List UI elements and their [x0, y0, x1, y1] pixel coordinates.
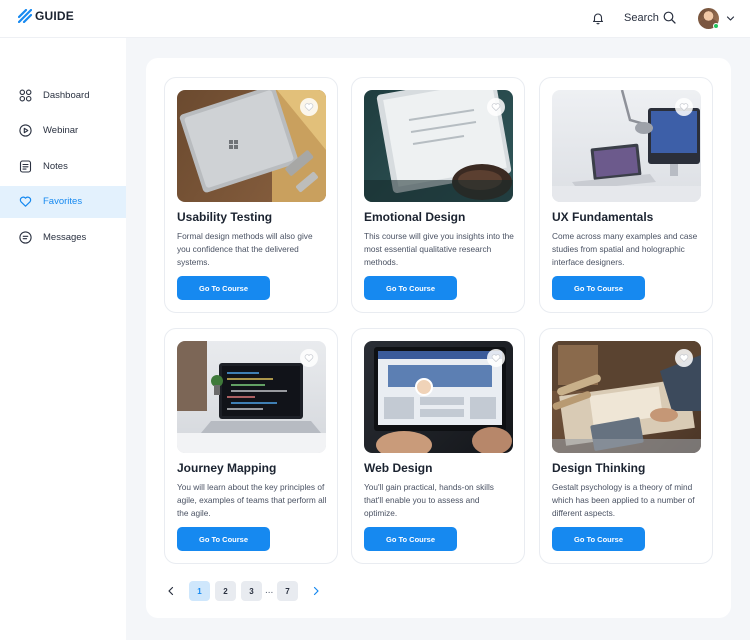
course-description: You'll gain practical, hands-on skills t… [364, 482, 494, 518]
favorite-heart-icon[interactable] [487, 349, 505, 367]
course-title: Journey Mapping [177, 461, 277, 475]
notes-icon [19, 160, 32, 173]
go-to-course-button[interactable]: Go To Course [177, 527, 270, 551]
course-card: Design Thinking Gestalt psychology is a … [539, 328, 713, 564]
chevron-left-icon[interactable] [166, 585, 176, 597]
page-button-3[interactable]: 3 [241, 581, 262, 601]
course-image [552, 90, 701, 202]
bell-icon[interactable] [591, 11, 605, 25]
page-button-7[interactable]: 7 [277, 581, 298, 601]
course-image [177, 341, 326, 453]
grid-icon [19, 89, 32, 102]
favorite-heart-icon[interactable] [675, 98, 693, 116]
favorite-heart-icon[interactable] [675, 349, 693, 367]
logo-icon [18, 9, 32, 23]
sidebar-item-label: Notes [43, 161, 68, 172]
course-card: Usability Testing Formal design methods … [164, 77, 338, 313]
logo-text: GUIDE [35, 9, 75, 23]
search-icon [663, 11, 676, 24]
search-button[interactable]: Search [624, 11, 676, 24]
course-title: Emotional Design [364, 210, 466, 224]
course-title: UX Fundamentals [552, 210, 654, 224]
go-to-course-button[interactable]: Go To Course [364, 276, 457, 300]
top-bar: GUIDE Search [0, 0, 750, 37]
course-image [552, 341, 701, 453]
go-to-course-button[interactable]: Go To Course [177, 276, 270, 300]
course-description: Come across many examples and case studi… [552, 231, 698, 267]
course-card: Web Design You'll gain practical, hands-… [351, 328, 525, 564]
page-button-1[interactable]: 1 [189, 581, 210, 601]
page-button-2[interactable]: 2 [215, 581, 236, 601]
sidebar-item-label: Webinar [43, 125, 79, 136]
favorite-heart-icon[interactable] [300, 349, 318, 367]
play-icon [19, 124, 32, 137]
online-status-dot [713, 23, 719, 29]
course-description: This course will give you insights into … [364, 231, 514, 267]
course-description: Gestalt psychology is a theory of mind w… [552, 482, 695, 518]
course-image [364, 341, 513, 453]
favorite-heart-icon[interactable] [300, 98, 318, 116]
go-to-course-button[interactable]: Go To Course [552, 527, 645, 551]
course-title: Design Thinking [552, 461, 646, 475]
search-label: Search [624, 11, 659, 24]
logo[interactable]: GUIDE [18, 9, 74, 23]
sidebar-item-label: Dashboard [43, 90, 90, 101]
sidebar-item-messages[interactable]: Messages [0, 222, 126, 254]
course-title: Web Design [364, 461, 433, 475]
sidebar-item-favorites[interactable]: Favorites [0, 186, 126, 218]
chevron-down-icon[interactable] [726, 14, 735, 23]
sidebar-item-label: Favorites [43, 196, 83, 207]
chevron-right-icon[interactable] [311, 585, 321, 597]
pagination-ellipsis: ... [265, 585, 274, 596]
course-description: You will learn about the key principles … [177, 482, 327, 518]
sidebar-item-notes[interactable]: Notes [0, 151, 126, 183]
heart-icon [19, 196, 32, 207]
message-icon [19, 231, 32, 244]
course-card: UX Fundamentals Come across many example… [539, 77, 713, 313]
course-image [364, 90, 513, 202]
go-to-course-button[interactable]: Go To Course [552, 276, 645, 300]
course-image [177, 90, 326, 202]
go-to-course-button[interactable]: Go To Course [364, 527, 457, 551]
course-card: Emotional Design This course will give y… [351, 77, 525, 313]
sidebar-item-dashboard[interactable]: Dashboard [0, 80, 126, 112]
favorite-heart-icon[interactable] [487, 98, 505, 116]
course-title: Usability Testing [177, 210, 273, 224]
sidebar-item-webinar[interactable]: Webinar [0, 115, 126, 147]
course-description: Formal design methods will also give you… [177, 231, 313, 267]
course-card: Journey Mapping You will learn about the… [164, 328, 338, 564]
sidebar: Dashboard Webinar Notes Favorites Messag… [0, 37, 126, 640]
sidebar-item-label: Messages [43, 232, 87, 243]
